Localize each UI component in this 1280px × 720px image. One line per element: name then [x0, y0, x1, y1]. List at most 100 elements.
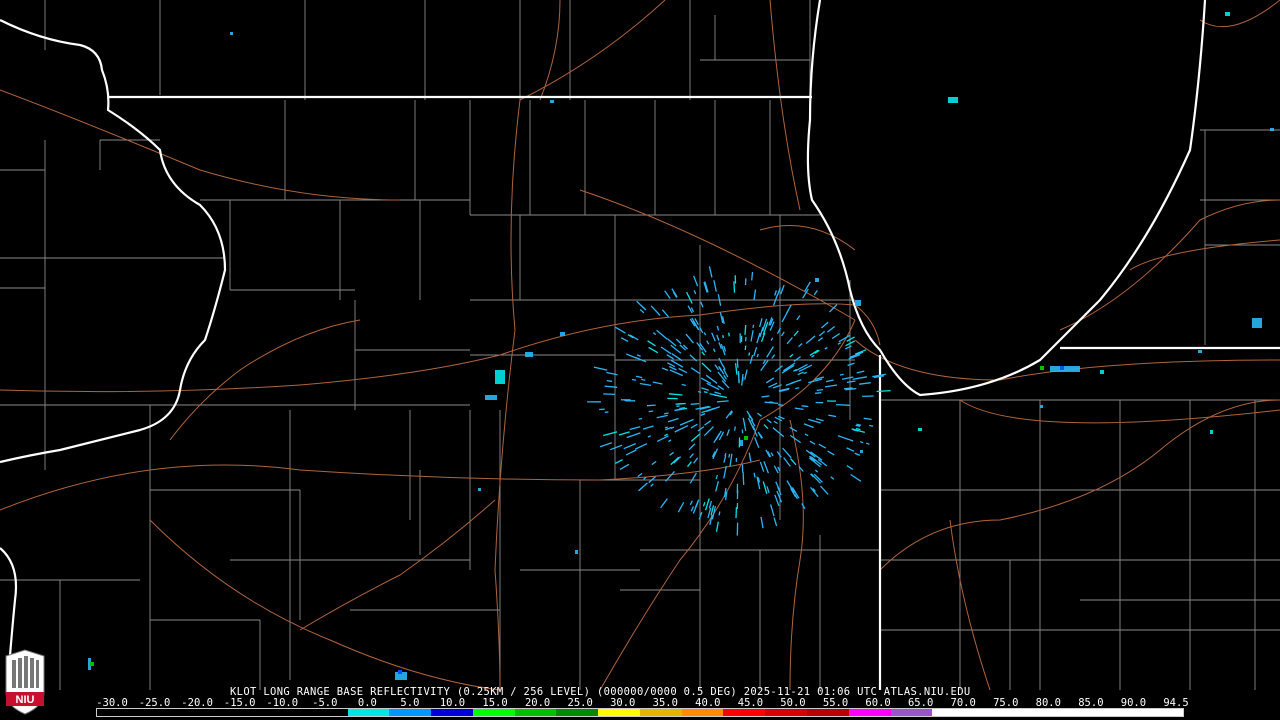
echo-spoke: [837, 435, 849, 441]
echo-spoke: [734, 363, 738, 375]
county-line: [880, 489, 1280, 631]
color-segment: [305, 709, 348, 716]
echo-spoke: [774, 290, 778, 296]
echo-spoke: [759, 327, 764, 337]
echo-spoke: [668, 393, 683, 396]
color-segment: [848, 709, 891, 716]
echo-spoke: [815, 392, 822, 394]
echo-spoke: [668, 439, 672, 443]
echo-spoke: [715, 474, 719, 480]
echo-spoke: [669, 369, 684, 377]
echo-spoke: [639, 309, 645, 314]
echo-spoke: [855, 427, 861, 431]
echo-spoke: [638, 482, 648, 492]
echo-spoke: [629, 426, 641, 431]
echo-spoke: [783, 362, 796, 372]
echo-spoke: [758, 318, 763, 328]
echo-spoke: [850, 473, 862, 482]
echo-cell: [948, 97, 958, 103]
echo-spoke: [593, 366, 608, 371]
echo-spoke: [753, 347, 758, 357]
echo-spoke: [685, 333, 695, 344]
color-segment: [472, 709, 515, 716]
echo-spoke: [774, 494, 780, 507]
echo-spoke: [674, 425, 689, 433]
echo-spoke: [650, 483, 654, 487]
highway: [879, 399, 1280, 571]
echo-spoke: [712, 348, 716, 353]
color-segment: [723, 709, 766, 716]
echo-spoke: [715, 481, 720, 492]
echo-spoke: [690, 433, 701, 442]
echo-spoke: [713, 280, 717, 292]
echo-spoke: [757, 412, 762, 417]
echo-spoke: [847, 362, 855, 367]
color-segment: [890, 709, 933, 716]
echo-spoke: [677, 402, 686, 405]
county-line: [355, 299, 615, 356]
echo-spoke: [865, 442, 870, 445]
echo-spoke: [706, 382, 720, 391]
echo-spoke: [816, 388, 824, 392]
echo-spoke: [746, 410, 754, 421]
echo-spoke: [667, 417, 679, 423]
echo-spoke: [635, 375, 643, 379]
highway: [854, 304, 881, 346]
echo-spoke: [642, 425, 654, 430]
echo-spoke: [664, 426, 669, 429]
echo-spoke: [625, 449, 637, 456]
county-line: [880, 399, 1280, 690]
echo-spoke: [718, 357, 724, 367]
highway: [149, 519, 501, 691]
echo-spoke: [795, 387, 800, 390]
echo-cell: [918, 428, 922, 431]
color-segment: [180, 709, 223, 716]
echo-spoke: [626, 353, 637, 359]
echo-spoke: [756, 332, 761, 344]
echo-spoke: [718, 511, 721, 516]
echo-spoke: [733, 426, 736, 431]
echo-spoke: [811, 354, 815, 358]
echo-spoke: [761, 395, 770, 398]
echo-spoke: [797, 371, 804, 376]
echo-spoke: [773, 465, 779, 474]
echo-core: [398, 670, 402, 674]
echo-cell: [855, 300, 861, 306]
echo-spoke: [763, 461, 770, 474]
highway: [299, 499, 496, 631]
echo-spoke: [664, 412, 669, 415]
echo-spoke: [854, 452, 861, 456]
echo-spoke: [722, 335, 725, 339]
echo-spoke: [723, 455, 727, 463]
echo-cell: [1050, 366, 1080, 372]
echo-spoke: [796, 315, 801, 321]
echo-spoke: [656, 329, 668, 340]
echo-spoke: [641, 305, 647, 311]
echo-spoke: [847, 438, 854, 442]
echo-spoke: [856, 370, 865, 374]
echo-cell: [485, 395, 497, 400]
echo-spoke: [742, 417, 747, 432]
echo-cell: [1198, 350, 1202, 353]
echo-spoke: [666, 354, 674, 360]
echo-spoke: [724, 453, 727, 457]
echo-spoke: [750, 330, 754, 342]
echo-spoke: [749, 354, 754, 364]
echo-spoke: [716, 400, 729, 403]
echo-spoke: [686, 461, 693, 468]
echo-spoke: [825, 379, 834, 383]
echo-spoke: [704, 498, 710, 511]
reflectivity-echoes: [88, 12, 1274, 680]
echo-spoke: [679, 418, 694, 426]
echo-spoke: [818, 330, 826, 337]
echo-spoke: [760, 516, 764, 529]
radar-map: [0, 0, 1280, 691]
color-segment: [1141, 709, 1183, 716]
color-segment: [222, 709, 265, 716]
color-segment: [138, 709, 181, 716]
echo-spoke: [769, 504, 775, 517]
echo-spoke: [703, 391, 708, 394]
echo-spoke: [770, 337, 774, 341]
echo-spoke: [664, 290, 671, 299]
logo-text: NIU: [16, 694, 35, 706]
